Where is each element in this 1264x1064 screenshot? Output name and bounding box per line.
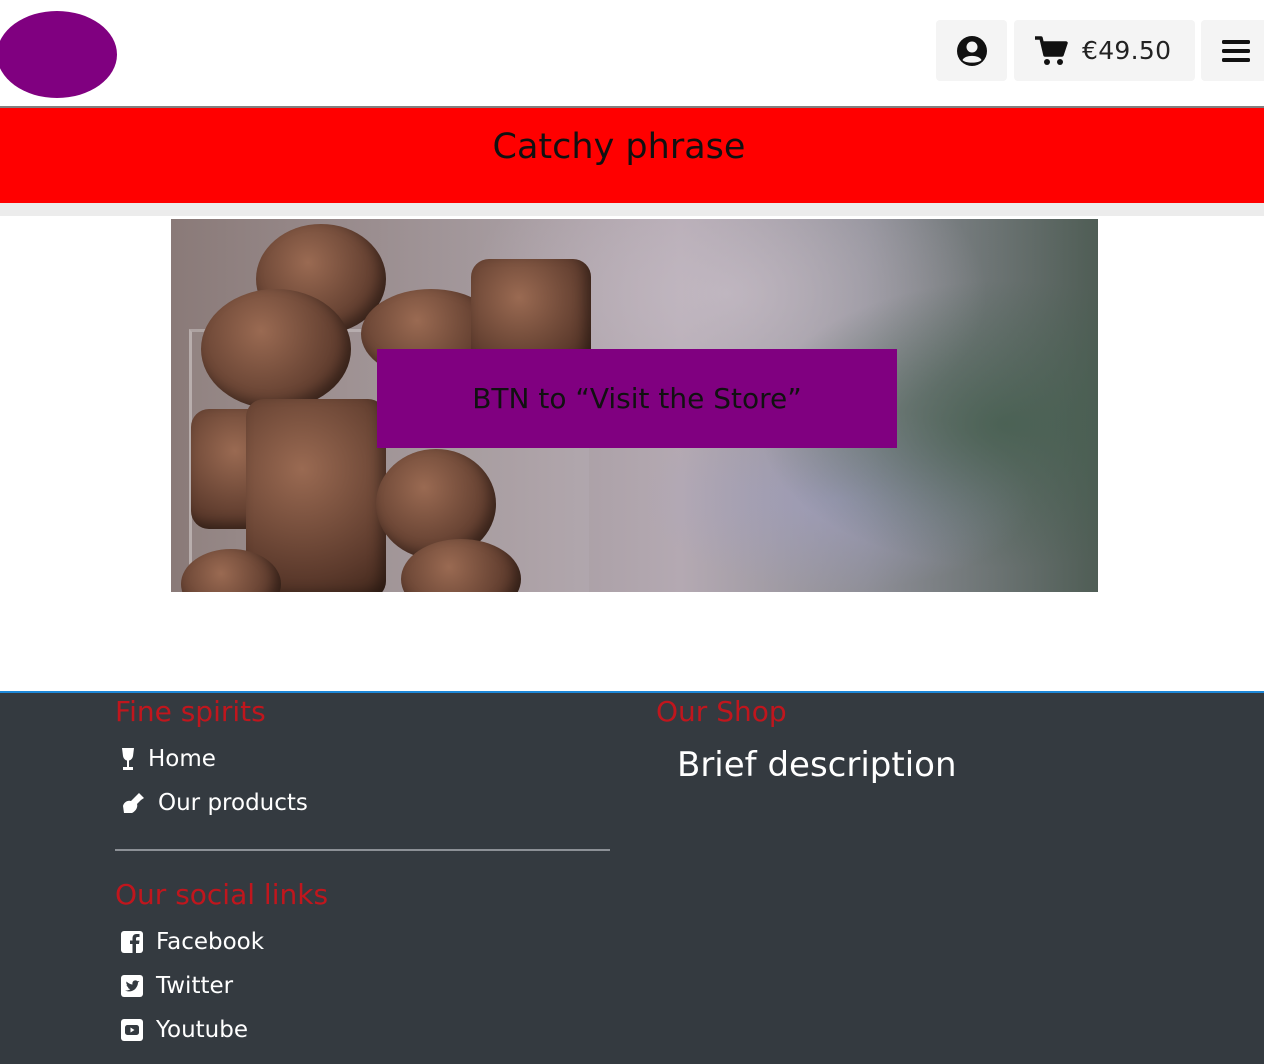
footer-link-facebook[interactable]: Facebook xyxy=(120,929,264,955)
account-button[interactable] xyxy=(936,20,1007,81)
banner-text: Catchy phrase xyxy=(492,126,746,167)
cart-button[interactable]: €49.50 xyxy=(1014,20,1195,81)
footer-divider xyxy=(115,849,610,851)
wine-bottle-icon xyxy=(123,793,144,813)
wine-glass-icon xyxy=(122,748,134,770)
logo[interactable] xyxy=(0,11,117,98)
cork xyxy=(201,289,351,409)
footer-link-youtube[interactable]: Youtube xyxy=(120,1017,248,1043)
footer-link-label: Our products xyxy=(158,790,308,816)
visit-store-button[interactable]: BTN to “Visit the Store” xyxy=(377,349,897,448)
footer-link-products[interactable]: Our products xyxy=(120,790,308,816)
banner: Catchy phrase xyxy=(0,108,1264,203)
site-footer: Fine spirits Home Our products Our socia… xyxy=(0,691,1264,1064)
footer-link-label: Facebook xyxy=(156,929,265,955)
footer-link-twitter[interactable]: Twitter xyxy=(120,973,233,999)
cart-total: €49.50 xyxy=(1082,36,1172,65)
footer-link-label: Youtube xyxy=(156,1017,248,1043)
footer-link-label: Home xyxy=(148,746,216,772)
menu-button[interactable] xyxy=(1201,20,1264,81)
footer-link-label: Twitter xyxy=(156,973,234,999)
hero-image: BTN to “Visit the Store” xyxy=(171,219,1098,592)
footer-shop-description: Brief description xyxy=(677,745,957,785)
shopping-cart-icon xyxy=(1035,35,1068,65)
hamburger-menu-icon xyxy=(1222,39,1250,62)
footer-social-heading: Our social links xyxy=(115,878,329,911)
twitter-square-icon xyxy=(121,975,143,997)
facebook-square-icon xyxy=(121,931,143,953)
footer-brand-heading: Fine spirits xyxy=(115,695,266,728)
banner-divider xyxy=(0,203,1264,216)
site-header: €49.50 xyxy=(0,0,1264,107)
user-circle-icon xyxy=(956,35,987,66)
footer-link-home[interactable]: Home xyxy=(120,746,216,772)
visit-store-button-label: BTN to “Visit the Store” xyxy=(472,382,802,415)
footer-shop-heading: Our Shop xyxy=(656,695,787,728)
youtube-square-icon xyxy=(121,1019,143,1041)
